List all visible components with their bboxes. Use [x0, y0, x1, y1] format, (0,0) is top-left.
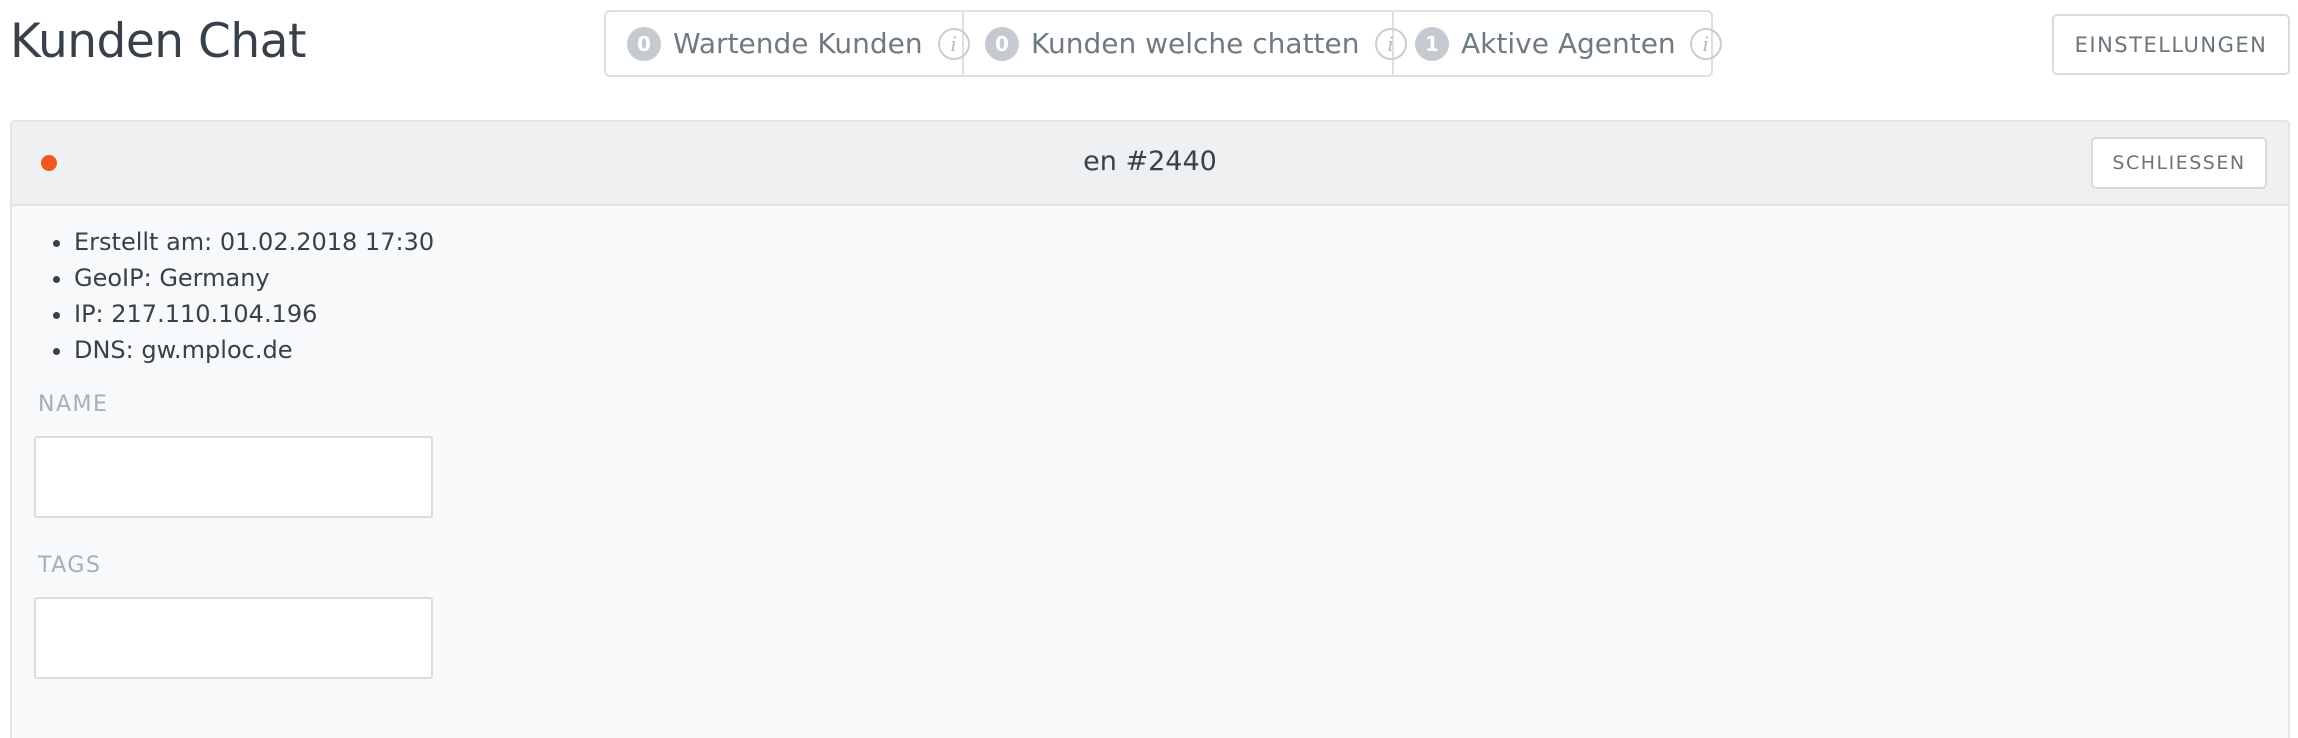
active-agents-count-badge: 1 [1415, 26, 1449, 61]
waiting-customers-label: Wartende Kunden [673, 27, 923, 60]
tags-field-label: TAGS [38, 553, 102, 578]
customer-info-list: Erstellt am: 01.02.2018 17:30 GeoIP: Ger… [74, 224, 434, 368]
dns-item: DNS: gw.mploc.de [74, 332, 434, 368]
tags-input[interactable] [34, 597, 433, 679]
status-chatting-customers: 0 Kunden welche chatten i [964, 12, 1407, 75]
name-field-label: NAME [38, 392, 109, 417]
waiting-customers-count-badge: 0 [627, 26, 661, 61]
active-agents-label: Aktive Agenten [1461, 27, 1676, 60]
info-icon[interactable]: i [1689, 27, 1722, 60]
name-input[interactable] [34, 436, 433, 518]
chatting-customers-label: Kunden welche chatten [1031, 27, 1360, 60]
chat-header: en #2440 SCHLIESSEN [12, 122, 2288, 206]
page-title: Kunden Chat [10, 14, 306, 69]
settings-button[interactable]: EINSTELLUNGEN [2052, 14, 2290, 75]
chat-status-bar: 0 Wartende Kunden i 0 Kunden welche chat… [604, 10, 1722, 77]
chat-window: en #2440 SCHLIESSEN Erstellt am: 01.02.2… [10, 120, 2290, 738]
customer-chat-page: Kunden Chat 0 Wartende Kunden i 0 Kunden… [0, 0, 2298, 738]
chat-title: en #2440 [1083, 146, 1217, 177]
geoip-item: GeoIP: Germany [74, 260, 434, 296]
close-chat-button[interactable]: SCHLIESSEN [2091, 137, 2267, 189]
ip-item: IP: 217.110.104.196 [74, 296, 434, 332]
status-active-agents: 1 Aktive Agenten i [1394, 12, 1722, 75]
created-at-item: Erstellt am: 01.02.2018 17:30 [74, 224, 434, 260]
status-waiting-customers: 0 Wartende Kunden i [606, 12, 970, 75]
chatting-customers-count-badge: 0 [985, 26, 1019, 61]
